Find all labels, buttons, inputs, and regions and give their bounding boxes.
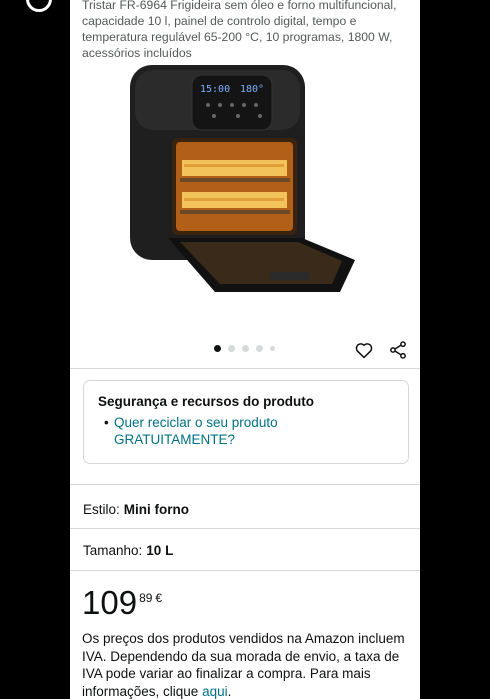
style-label: Estilo:	[83, 502, 120, 517]
size-row[interactable]: Tamanho: 10 L	[83, 543, 173, 558]
style-value: Mini forno	[123, 502, 189, 517]
carousel-dot[interactable]	[256, 345, 263, 352]
size-value: 10 L	[146, 543, 174, 558]
product-image[interactable]: 15:00 180°	[120, 60, 370, 310]
overlay-circle-icon	[26, 0, 52, 12]
price: 109 89 €	[82, 585, 162, 621]
share-icon[interactable]	[388, 340, 408, 360]
carousel-dot[interactable]	[228, 345, 235, 352]
safety-card-title: Segurança e recursos do produto	[98, 394, 315, 409]
tax-note-end: .	[227, 683, 232, 699]
recycle-link[interactable]: Quer reciclar o seu produto GRATUITAMENT…	[114, 414, 314, 448]
more-info-link[interactable]: aqui	[202, 684, 228, 699]
price-currency: €	[155, 591, 163, 605]
price-fraction: 89	[139, 591, 153, 605]
product-description: Tristar FR-6964 Frigideira sem óleo e fo…	[82, 0, 397, 60]
display-temp: 180°	[240, 84, 264, 95]
carousel-dot[interactable]	[242, 345, 249, 352]
divider	[70, 570, 420, 571]
price-whole: 109	[82, 584, 138, 621]
bullet: •	[104, 415, 109, 430]
divider	[70, 528, 420, 529]
display-time: 15:00	[200, 84, 230, 95]
carousel-dot[interactable]	[214, 345, 221, 352]
style-row[interactable]: Estilo: Mini forno	[83, 502, 189, 517]
product-page: Tristar FR-6964 Frigideira sem óleo e fo…	[70, 0, 420, 699]
heart-icon[interactable]	[354, 340, 374, 360]
size-label: Tamanho:	[83, 543, 143, 558]
divider	[70, 368, 420, 369]
carousel-dot[interactable]	[270, 346, 275, 351]
safety-card: Segurança e recursos do produto • Quer r…	[83, 380, 409, 464]
divider	[70, 484, 420, 485]
tax-note: Os preços dos produtos vendidos na Amazo…	[82, 630, 412, 699]
carousel-dots	[214, 345, 275, 352]
tax-note-text: Os preços dos produtos vendidos na Amazo…	[82, 631, 405, 699]
